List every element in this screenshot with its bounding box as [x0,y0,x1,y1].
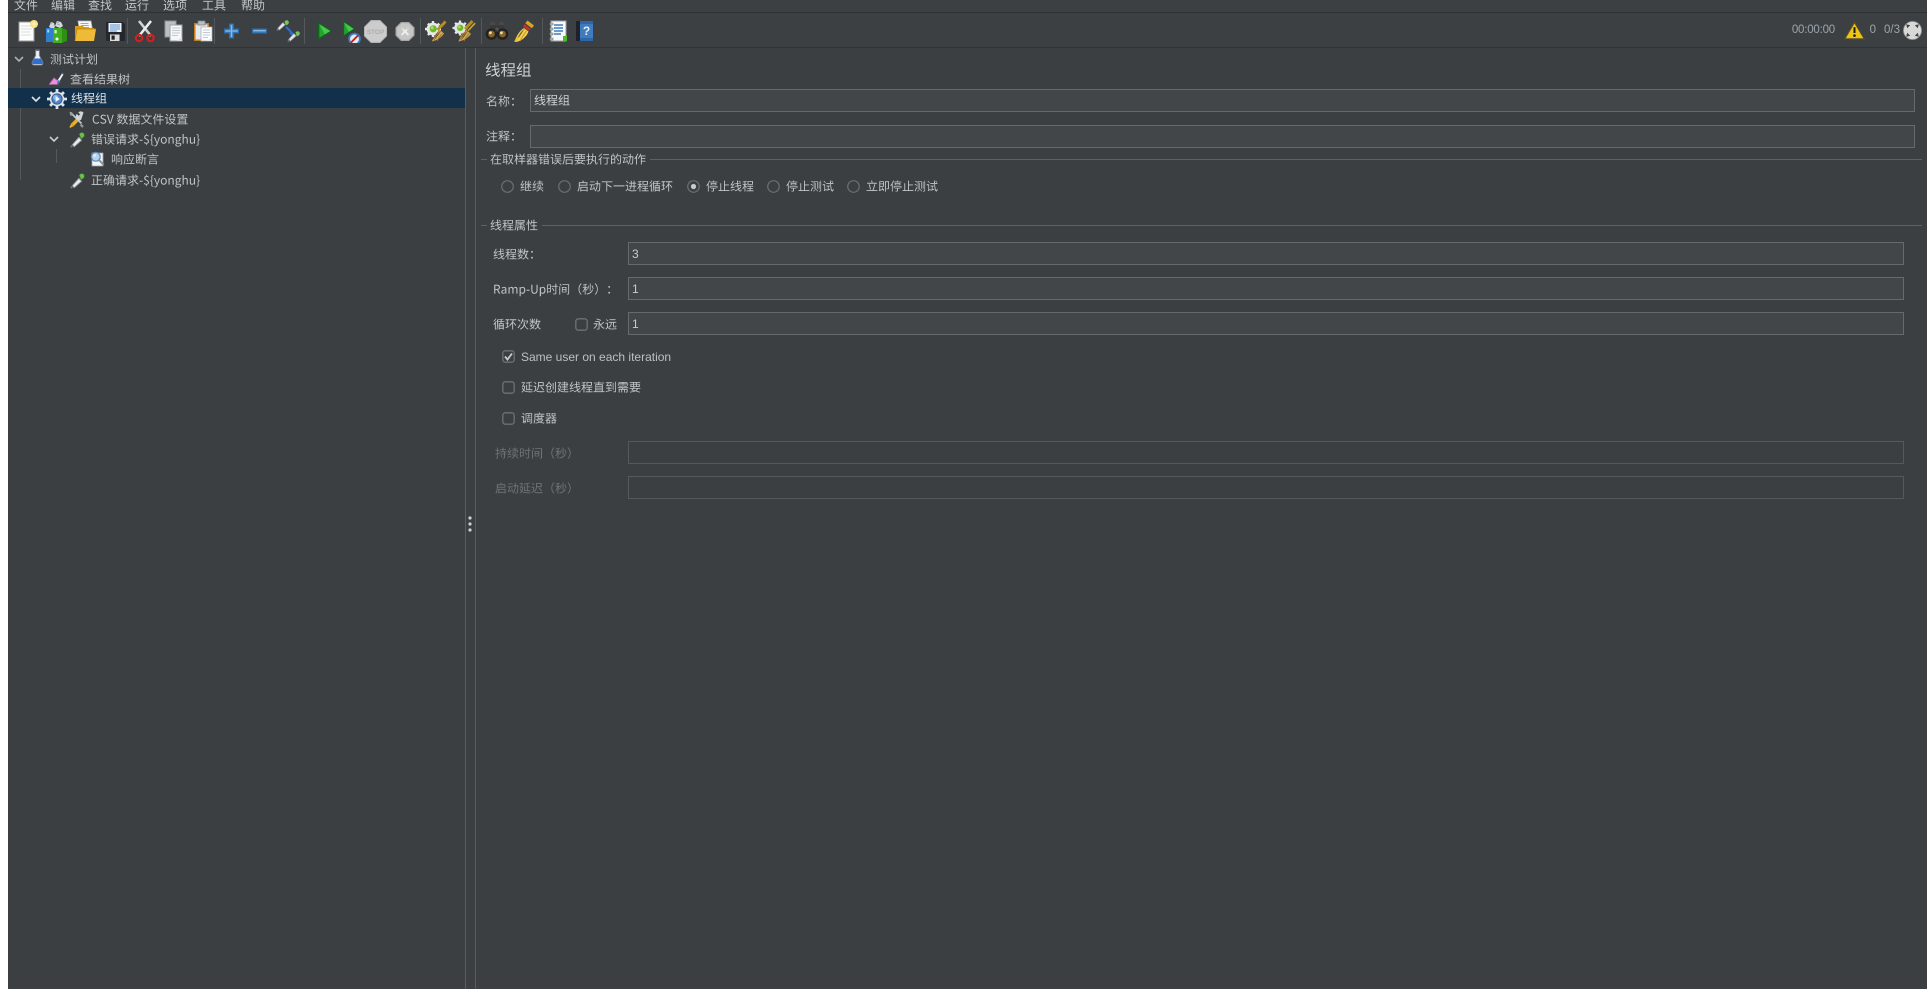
svg-text:?: ? [583,24,590,38]
svg-text:STOP: STOP [367,29,385,36]
